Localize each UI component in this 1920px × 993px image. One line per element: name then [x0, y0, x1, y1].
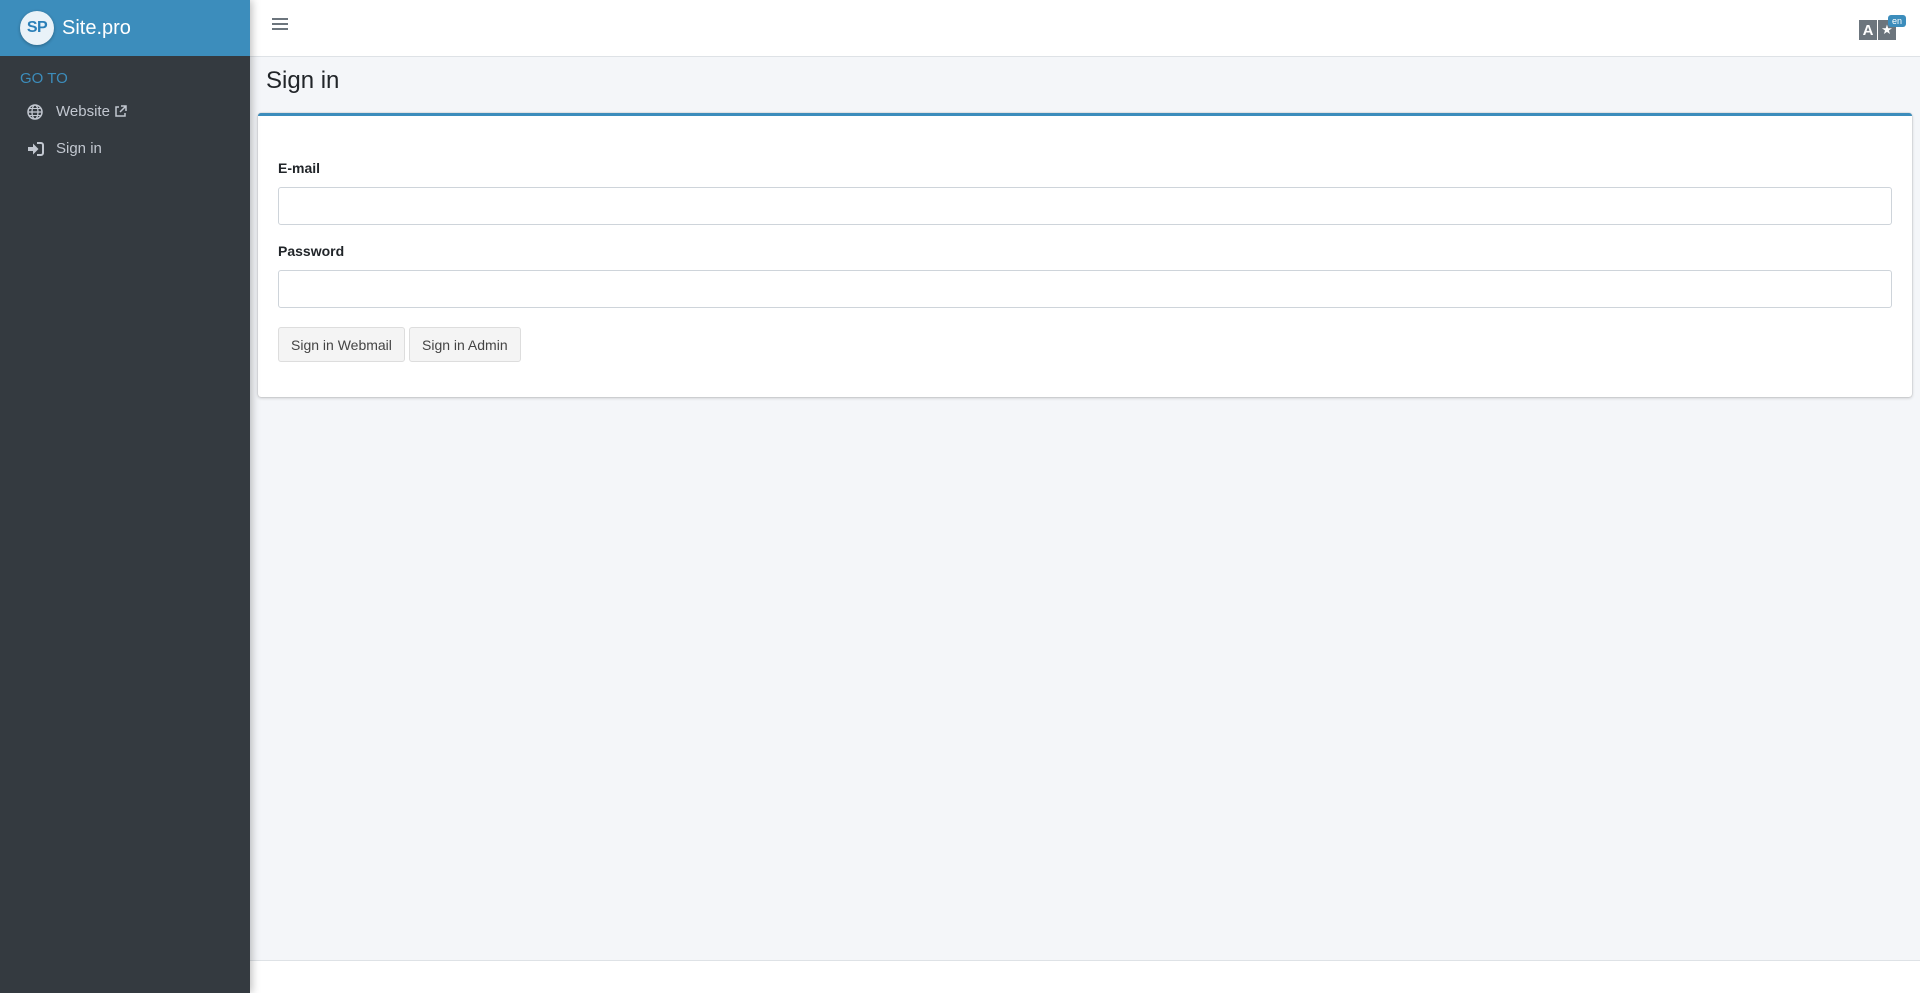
brand-logo: SP	[20, 11, 54, 45]
email-label: E-mail	[278, 160, 321, 176]
sidebar-item-label: Website	[56, 103, 110, 120]
top-navbar: A ★ en	[250, 0, 1920, 57]
brand-name: Site.pro	[62, 16, 131, 39]
sidebar-item-sign-in[interactable]: Sign in	[0, 130, 250, 167]
sign-in-admin-button[interactable]: Sign in Admin	[409, 327, 521, 362]
page-title: Sign in	[266, 67, 340, 94]
email-field[interactable]	[278, 187, 1892, 225]
sidebar: SP Site.pro GO TO Website Sign in	[0, 0, 250, 993]
sidebar-item-label: Sign in	[56, 140, 102, 157]
language-badge: en	[1887, 15, 1906, 27]
sidebar-item-website[interactable]: Website	[0, 93, 250, 130]
nav-header: GO TO	[20, 70, 68, 87]
globe-icon	[26, 103, 44, 121]
language-switcher[interactable]: A ★ en	[1859, 15, 1906, 40]
password-label: Password	[278, 243, 345, 259]
content-wrapper: Sign in E-mail Password Sign in Webmail …	[250, 57, 1920, 993]
footer	[250, 960, 1920, 993]
translate-icon: A	[1859, 20, 1877, 40]
menu-toggle-icon[interactable]	[272, 18, 288, 34]
external-link-icon	[114, 105, 127, 118]
sign-in-card: E-mail Password Sign in Webmail Sign in …	[258, 113, 1912, 397]
sign-in-webmail-button[interactable]: Sign in Webmail	[278, 327, 405, 362]
sign-in-icon	[26, 140, 44, 158]
password-field[interactable]	[278, 270, 1892, 308]
brand-link[interactable]: SP Site.pro	[0, 0, 250, 56]
